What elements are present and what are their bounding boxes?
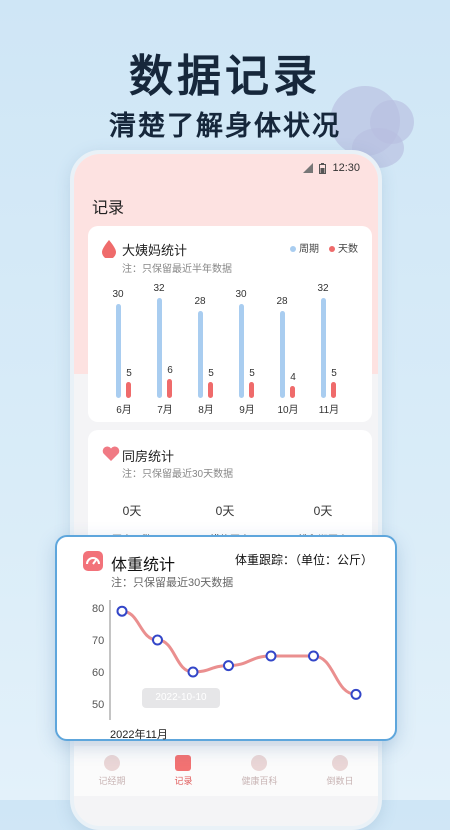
chart-month-label: 2022年11月 [110, 729, 168, 741]
bar-group: 32 5 11月 [311, 283, 347, 416]
stat-value: 0天 [313, 504, 333, 518]
chart-tooltip: 2022-10-10 [142, 688, 220, 708]
cycle-bar [157, 298, 162, 398]
month-tick-label: 8月 [198, 405, 214, 416]
signal-icon [303, 163, 314, 173]
month-tick-label: 11月 [318, 405, 340, 416]
days-value-label: 6 [167, 365, 173, 377]
period-bar-chart: 30 5 6月 32 6 7月 28 5 8月 30 5 9月 28 4 10月 32 5 11月 [106, 283, 368, 417]
days-bar [331, 382, 336, 398]
cycle-value-label: 30 [235, 289, 247, 301]
tab-period[interactable]: 记经期 [98, 755, 126, 787]
weight-unit-label: 体重跟踪：（单位：公斤） [234, 553, 373, 567]
cycle-value-label: 32 [153, 283, 165, 294]
days-value-label: 5 [249, 368, 255, 380]
tab-countdown[interactable]: 倒数日 [326, 755, 354, 787]
drop-icon [102, 240, 116, 258]
cycle-bar [321, 298, 326, 398]
drop-icon [103, 755, 120, 771]
legend-days: 天数 [329, 240, 358, 255]
period-card-title: 大姨妈统计 [122, 243, 188, 258]
cycle-value-label: 28 [276, 295, 288, 307]
gauge-icon [83, 551, 103, 571]
bar-group: 30 5 6月 [106, 284, 142, 416]
month-tick-label: 7月 [157, 405, 173, 416]
days-bar [208, 382, 213, 398]
period-stats-card[interactable]: 大姨妈统计 注：只保留最近半年数据 周期 天数 30 5 6月 32 6 7月 28 5 8月 3… [88, 226, 372, 422]
cycle-bar [198, 310, 203, 398]
clock-icon [331, 755, 348, 771]
cycle-bar [239, 304, 244, 398]
bottom-tab-bar: 记经期 记录 健康百科 倒数日 [74, 746, 378, 796]
cycle-value-label: 32 [317, 283, 329, 294]
weight-stats-card[interactable]: 体重统计 体重跟踪：（单位：公斤） 注：只保留最近30天数据 [55, 535, 397, 741]
days-bar [249, 382, 254, 398]
headline-subtitle: 清楚了解身体状况 [109, 111, 341, 141]
days-bar [126, 382, 131, 398]
stat-value: 0天 [215, 504, 235, 518]
bar-group: 28 5 8月 [188, 284, 224, 417]
intimacy-card-note: 注：只保留最近30天数据 [122, 469, 234, 480]
month-tick-label: 6月 [116, 405, 132, 416]
status-bar: 12:30 [303, 162, 360, 174]
intimacy-stats-card[interactable]: 同房统计 注：只保留最近30天数据 0天 同房天数 0天 无措施同房 0天 排卵… [88, 430, 372, 550]
chart-legend: 周期 天数 [290, 240, 358, 255]
days-value-label: 5 [126, 368, 132, 380]
month-tick-label: 9月 [239, 405, 255, 416]
note-icon [175, 755, 192, 771]
month-tick-label: 10月 [277, 405, 299, 416]
weight-card-title: 体重统计 [111, 557, 176, 574]
bar-group: 30 5 9月 [229, 284, 265, 416]
tab-health-wiki[interactable]: 健康百科 [241, 755, 278, 787]
days-value-label: 5 [208, 368, 214, 380]
weight-card-note: 注：只保留最近30天数据 [111, 577, 234, 589]
cycle-bar [116, 304, 121, 398]
bar-group: 28 4 10月 [270, 284, 306, 417]
days-value-label: 5 [331, 368, 337, 380]
days-value-label: 4 [290, 371, 296, 383]
days-bar [290, 385, 295, 398]
intimacy-card-title: 同房统计 [122, 449, 175, 464]
stat-value: 0天 [122, 504, 142, 518]
days-bar [167, 379, 172, 398]
page-title: 记录 [92, 200, 125, 217]
status-time: 12:30 [332, 162, 360, 174]
bar-group: 32 6 7月 [147, 283, 183, 416]
cycle-bar [280, 310, 285, 398]
legend-cycle: 周期 [290, 240, 319, 255]
tab-records[interactable]: 记录 [174, 755, 193, 787]
cycle-value-label: 28 [194, 295, 206, 307]
heart-monitor-icon [251, 755, 268, 771]
cycle-value-label: 30 [112, 289, 124, 301]
headline-title: 数据记录 [129, 52, 321, 101]
period-card-note: 注：只保留最近半年数据 [122, 264, 232, 275]
battery-icon [319, 162, 327, 174]
heart-icon [102, 446, 120, 461]
